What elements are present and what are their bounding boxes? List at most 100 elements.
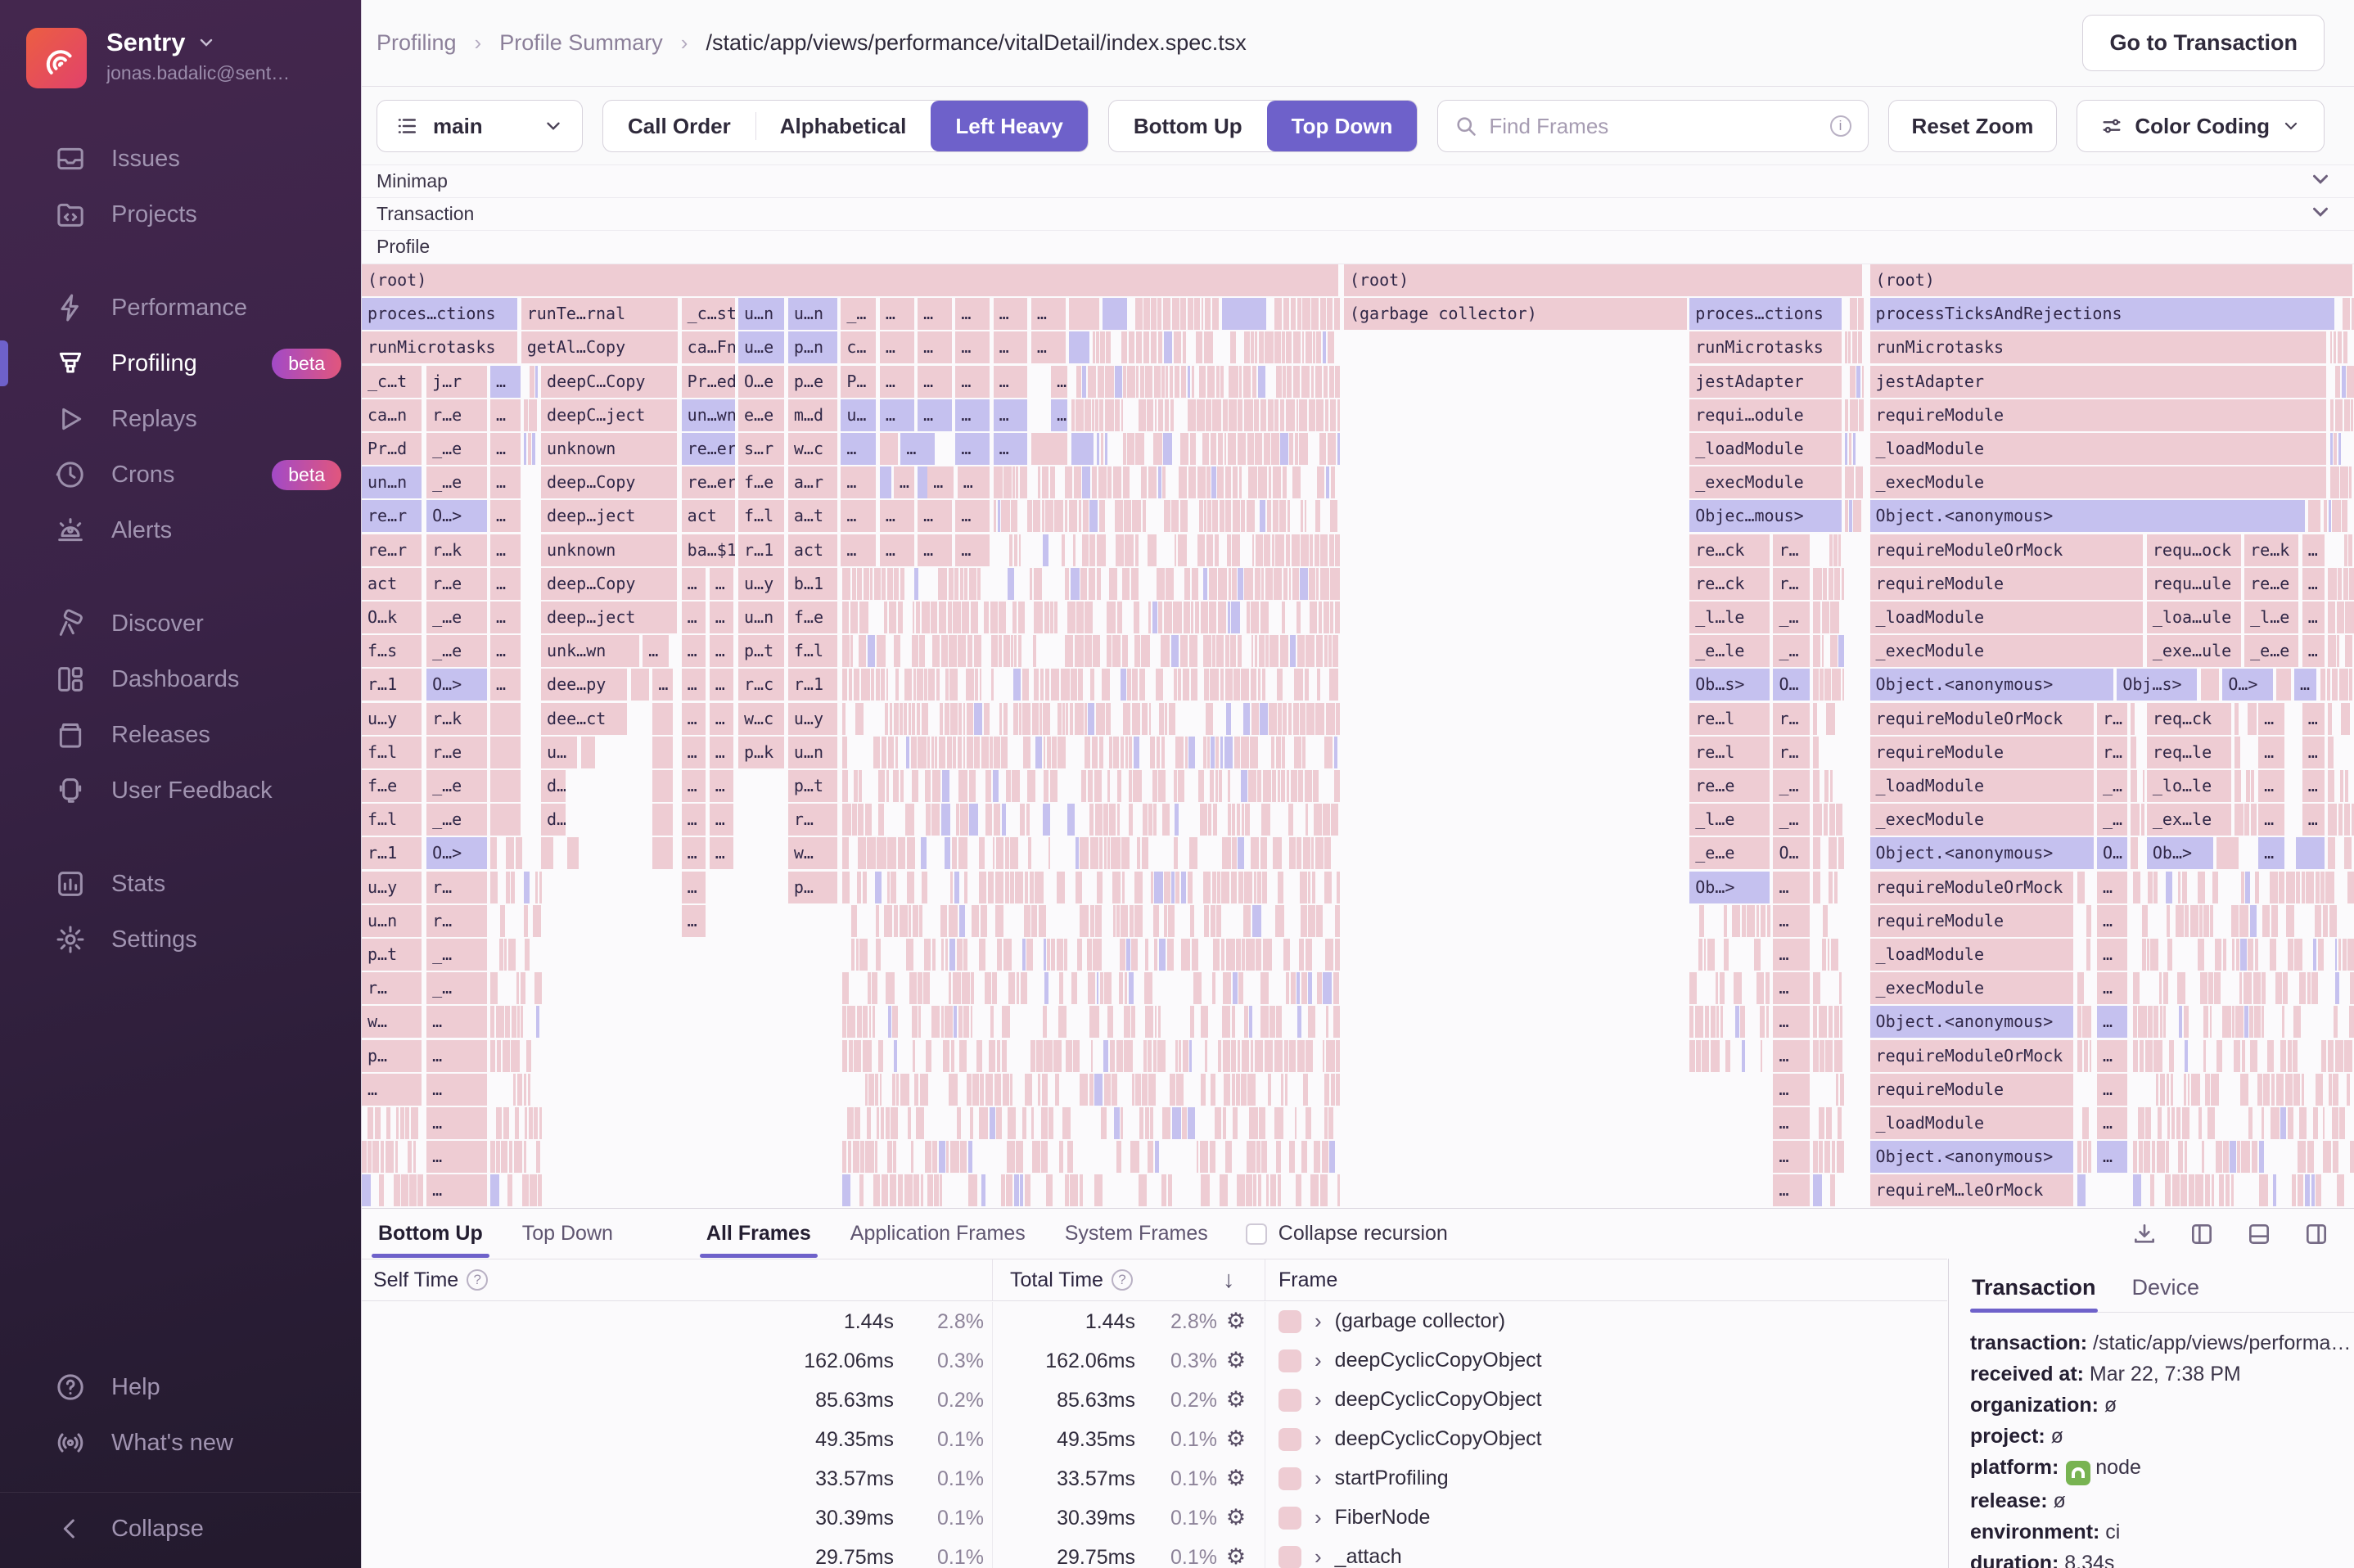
gear-icon[interactable]: ⚙ (1220, 1387, 1252, 1413)
flame-frame[interactable]: r…1 (738, 534, 785, 566)
flame-frame[interactable]: … (709, 770, 734, 802)
flame-frame[interactable]: … (2258, 702, 2285, 735)
flame-frame[interactable]: … (955, 298, 990, 331)
flame-frame[interactable]: Object.<anonymous> (1869, 1141, 2074, 1174)
frame-name-cell[interactable]: › startProfiling (1278, 1466, 1449, 1491)
flame-frame[interactable] (541, 837, 554, 870)
flame-frame[interactable] (489, 736, 521, 768)
flame-frame[interactable]: f…l (362, 736, 422, 768)
flame-frame[interactable]: … (1773, 1073, 1810, 1106)
flame-frame[interactable]: … (652, 669, 674, 701)
flame-frame[interactable]: deep…Copy (541, 567, 677, 600)
flame-frame[interactable]: f…s (362, 635, 422, 668)
flame-frame[interactable]: requ…ock (2146, 534, 2241, 566)
flame-frame[interactable]: _l…e (1689, 804, 1770, 836)
flame-frame[interactable]: u…n (738, 602, 785, 633)
flame-frame[interactable]: r…1 (362, 669, 422, 701)
details-tab-device[interactable]: Device (2131, 1265, 2202, 1312)
flame-frame[interactable]: O… (1773, 669, 1810, 701)
gear-icon[interactable]: ⚙ (1220, 1348, 1252, 1373)
flame-frame[interactable]: … (893, 466, 914, 499)
flame-frame[interactable]: … (362, 1073, 422, 1106)
flame-frame[interactable]: _…e (426, 433, 487, 465)
flame-frame[interactable]: _…e (426, 602, 487, 633)
flame-frame[interactable]: u…y (738, 567, 785, 600)
flame-frame[interactable]: Ob…> (2146, 837, 2213, 870)
flame-frame[interactable]: _… (426, 939, 487, 971)
expand-chevron-icon[interactable]: › (1315, 1466, 1322, 1491)
flame-frame[interactable]: requireModule (1869, 904, 2074, 937)
flame-frame[interactable]: p… (787, 871, 837, 903)
sidebar-item-projects[interactable]: Projects (0, 187, 361, 242)
flame-frame[interactable]: … (900, 433, 936, 465)
flame-frame[interactable]: re…e (2244, 567, 2299, 600)
flame-frame[interactable]: un…n (362, 466, 422, 499)
flame-frame[interactable]: runTe…rnal (521, 298, 679, 331)
flame-frame[interactable]: … (955, 433, 990, 465)
flame-frame[interactable]: … (955, 365, 990, 398)
flame-frame[interactable]: deep…ject (541, 500, 677, 533)
frame-name-cell[interactable]: › deepCyclicCopyObject (1278, 1348, 1542, 1373)
flame-frame[interactable]: Object.<anonymous> (1869, 1006, 2074, 1039)
flame-frame[interactable]: … (426, 1141, 487, 1174)
flame-frame[interactable] (2276, 669, 2291, 701)
breadcrumb-item[interactable]: Profile Summary (499, 30, 663, 56)
flame-frame[interactable]: … (2302, 736, 2325, 768)
flame-frame[interactable] (652, 804, 674, 836)
flame-frame[interactable]: … (709, 602, 734, 633)
flame-frame[interactable]: r… (362, 972, 422, 1005)
band-profile[interactable]: Profile (362, 230, 2354, 263)
flame-frame[interactable]: _… (841, 298, 877, 331)
flame-frame[interactable]: r… (1773, 534, 1810, 566)
flame-frame[interactable]: Object.<anonymous> (1869, 669, 2113, 701)
flame-frame[interactable]: _e…le (1689, 635, 1770, 668)
flame-frame[interactable]: u…n (738, 298, 785, 331)
flame-frame[interactable]: _e…e (2244, 635, 2299, 668)
expand-chevron-icon[interactable]: › (1315, 1348, 1322, 1373)
flame-frame[interactable]: a…r (787, 466, 837, 499)
flame-frame[interactable]: d… (541, 770, 566, 802)
flame-frame[interactable]: f…l (787, 635, 837, 668)
flame-frame[interactable]: (root) (362, 264, 1339, 296)
flame-frame[interactable]: _loadModule (1689, 433, 1842, 465)
flame-frame[interactable]: … (2097, 972, 2127, 1005)
flame-frame[interactable]: act (681, 500, 735, 533)
flame-frame[interactable]: … (879, 500, 914, 533)
flame-frame[interactable]: u…y (362, 871, 422, 903)
flame-frame[interactable]: w…c (738, 702, 785, 735)
flame-frame[interactable]: r…1 (787, 669, 837, 701)
flame-frame[interactable]: … (918, 331, 952, 364)
flame-frame[interactable]: _loa…ule (2146, 602, 2241, 633)
flame-frame[interactable]: p…t (787, 770, 837, 802)
find-frames-input[interactable]: Find Frames i (1437, 100, 1869, 152)
reset-zoom-button[interactable]: Reset Zoom (1887, 100, 2058, 152)
flame-frame[interactable] (489, 702, 521, 735)
search-info-icon[interactable]: i (1829, 115, 1851, 137)
flame-frame[interactable]: p…e (787, 365, 837, 398)
segment-left-heavy[interactable]: Left Heavy (931, 101, 1088, 151)
flame-frame[interactable]: jestAdapter (1689, 365, 1842, 398)
flame-frame[interactable]: … (955, 399, 990, 431)
flame-frame[interactable]: … (2097, 1107, 2127, 1139)
flame-frame[interactable]: … (2097, 1073, 2127, 1106)
collapse-sidebar-button[interactable]: Collapse (0, 1501, 361, 1557)
details-tab-transaction[interactable]: Transaction (1970, 1265, 2098, 1313)
flame-frame[interactable]: … (489, 635, 521, 668)
flame-frame[interactable]: … (709, 804, 734, 836)
flame-frame[interactable]: requireM…leOrMock (1869, 1174, 2074, 1207)
flame-frame[interactable]: r…e (426, 567, 487, 600)
flame-frame[interactable]: Ob…s> (1689, 669, 1770, 701)
sidebar-item-replays[interactable]: Replays (0, 391, 361, 447)
flame-frame[interactable]: unknown (541, 534, 677, 566)
color-coding-button[interactable]: Color Coding (2077, 100, 2325, 152)
sidebar-item-user-feedback[interactable]: User Feedback (0, 763, 361, 818)
flame-frame[interactable]: deepC…ject (541, 399, 677, 431)
flame-frame[interactable]: … (1773, 1174, 1810, 1207)
flame-frame[interactable]: a…t (787, 500, 837, 533)
flame-frame[interactable]: … (957, 466, 990, 499)
flame-frame[interactable]: … (2302, 702, 2325, 735)
flame-frame[interactable]: r… (1773, 567, 1810, 600)
flame-frame[interactable]: P… (841, 365, 877, 398)
flame-frame[interactable]: Obj…s> (2117, 669, 2198, 701)
flame-frame[interactable]: r… (787, 804, 837, 836)
